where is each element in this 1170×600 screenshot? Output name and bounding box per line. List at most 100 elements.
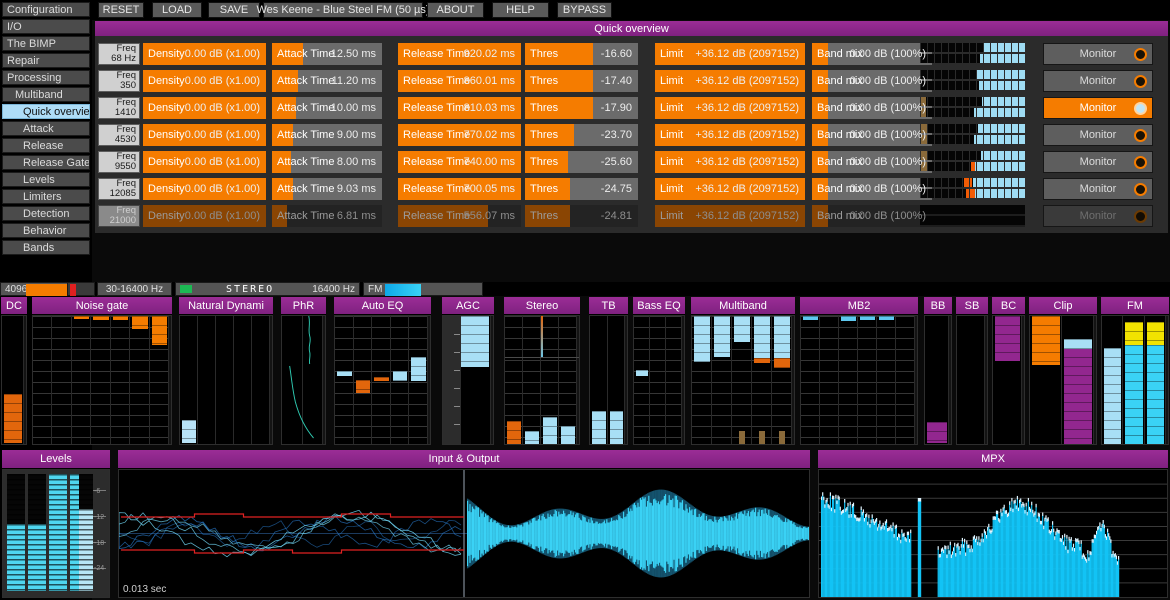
- freq-button[interactable]: Freq350: [98, 70, 140, 92]
- module-clip-graph[interactable]: [1029, 315, 1097, 445]
- module-sb-graph[interactable]: [956, 315, 988, 445]
- module-auto-eq-graph[interactable]: [334, 315, 431, 445]
- monitor-button[interactable]: Monitor: [1043, 70, 1153, 92]
- limit-slider[interactable]: Limit+36.12 dB (2097152): [655, 70, 805, 92]
- toolbar-button-preset[interactable]: Wes Keene - Blue Steel FM (50 µs): [263, 2, 423, 18]
- sidebar-item-levels[interactable]: Levels: [2, 172, 90, 187]
- attack-time-slider[interactable]: Attack Time12.50 ms: [272, 43, 382, 65]
- release-time-slider[interactable]: Release Time860.01 ms: [398, 70, 521, 92]
- monitor-button[interactable]: Monitor: [1043, 178, 1153, 200]
- sidebar-item-limiters[interactable]: Limiters: [2, 189, 90, 204]
- fm-level-control[interactable]: FM: [363, 282, 483, 296]
- monitor-button[interactable]: Monitor: [1043, 124, 1153, 146]
- freq-button[interactable]: Freq1410: [98, 97, 140, 119]
- module-agc-graph[interactable]: [442, 315, 494, 445]
- module-bass-eq-graph[interactable]: [633, 315, 685, 445]
- limit-slider[interactable]: Limit+36.12 dB (2097152): [655, 178, 805, 200]
- stereo-mode-display[interactable]: STEREO16400 Hz: [175, 282, 360, 296]
- module-stereo-graph[interactable]: [504, 315, 580, 445]
- band-mix-slider[interactable]: Band mix0.00 dB (100%): [812, 205, 932, 227]
- module-dc-graph[interactable]: [1, 315, 27, 445]
- sidebar-item-processing[interactable]: Processing: [2, 70, 90, 85]
- threshold-slider[interactable]: Thres-23.70: [525, 124, 638, 146]
- module-mb2-graph[interactable]: [800, 315, 918, 445]
- mpx-spectrum[interactable]: [818, 469, 1168, 598]
- density-slider[interactable]: Density0.00 dB (x1.00): [143, 124, 266, 146]
- module-fm-graph[interactable]: [1101, 315, 1169, 445]
- module-bb-graph[interactable]: [924, 315, 952, 445]
- module-bc-graph[interactable]: [992, 315, 1025, 445]
- freq-button[interactable]: Freq9550: [98, 151, 140, 173]
- attack-time-slider[interactable]: Attack Time8.00 ms: [272, 151, 382, 173]
- threshold-slider[interactable]: Thres-24.81: [525, 205, 638, 227]
- band-mix-slider[interactable]: Band mix0.00 dB (100%): [812, 151, 932, 173]
- band-mix-slider[interactable]: Band mix0.00 dB (100%): [812, 70, 932, 92]
- monitor-button[interactable]: Monitor: [1043, 205, 1153, 227]
- band-mix-slider[interactable]: Band mix0.00 dB (100%): [812, 43, 932, 65]
- freq-button[interactable]: Freq12085: [98, 178, 140, 200]
- limit-slider[interactable]: Limit+36.12 dB (2097152): [655, 43, 805, 65]
- monitor-button[interactable]: Monitor: [1043, 97, 1153, 119]
- toolbar-button-about[interactable]: ABOUT: [427, 2, 484, 18]
- monitor-button[interactable]: Monitor: [1043, 43, 1153, 65]
- toolbar-button-bypass[interactable]: BYPASS: [557, 2, 612, 18]
- limit-slider[interactable]: Limit+36.12 dB (2097152): [655, 97, 805, 119]
- sidebar-item-behavior[interactable]: Behavior: [2, 223, 90, 238]
- threshold-slider[interactable]: Thres-25.60: [525, 151, 638, 173]
- attack-time-slider[interactable]: Attack Time11.20 ms: [272, 70, 382, 92]
- module-natural-dynamics-graph[interactable]: [179, 315, 273, 445]
- module-phr-graph[interactable]: [281, 315, 326, 445]
- release-time-slider[interactable]: Release Time556.07 ms: [398, 205, 521, 227]
- module-multiband-graph[interactable]: [691, 315, 795, 445]
- density-slider[interactable]: Density0.00 dB (x1.00): [143, 70, 266, 92]
- sidebar-item-detection[interactable]: Detection: [2, 206, 90, 221]
- release-time-slider[interactable]: Release Time770.02 ms: [398, 124, 521, 146]
- sidebar-item-the-bimp[interactable]: The BIMP: [2, 36, 90, 51]
- limit-slider[interactable]: Limit+36.12 dB (2097152): [655, 124, 805, 146]
- module-tb-graph[interactable]: [589, 315, 628, 445]
- attack-time-slider[interactable]: Attack Time9.00 ms: [272, 124, 382, 146]
- freq-button[interactable]: Freq68 Hz: [98, 43, 140, 65]
- threshold-slider[interactable]: Thres-16.60: [525, 43, 638, 65]
- threshold-slider[interactable]: Thres-17.40: [525, 70, 638, 92]
- limit-slider[interactable]: Limit+36.12 dB (2097152): [655, 151, 805, 173]
- sidebar-item-attack[interactable]: Attack: [2, 121, 90, 136]
- sidebar-item-release[interactable]: Release: [2, 138, 90, 153]
- toolbar-button-save[interactable]: SAVE: [208, 2, 260, 18]
- module-noise-gate-graph[interactable]: [32, 315, 172, 445]
- freq-button[interactable]: Freq21000: [98, 205, 140, 227]
- release-time-slider[interactable]: Release Time740.00 ms: [398, 151, 521, 173]
- density-slider[interactable]: Density0.00 dB (x1.00): [143, 205, 266, 227]
- sidebar-item-configuration[interactable]: Configuration: [2, 2, 90, 17]
- density-slider[interactable]: Density0.00 dB (x1.00): [143, 97, 266, 119]
- sidebar-item-bands[interactable]: Bands: [2, 240, 90, 255]
- clip-indicator[interactable]: [67, 282, 95, 296]
- sidebar-item-release-gate[interactable]: Release Gate: [2, 155, 90, 170]
- density-slider[interactable]: Density0.00 dB (x1.00): [143, 178, 266, 200]
- threshold-slider[interactable]: Thres-24.75: [525, 178, 638, 200]
- release-time-slider[interactable]: Release Time810.03 ms: [398, 97, 521, 119]
- band-mix-slider[interactable]: Band mix0.00 dB (100%): [812, 124, 932, 146]
- attack-time-slider[interactable]: Attack Time9.03 ms: [272, 178, 382, 200]
- density-slider[interactable]: Density0.00 dB (x1.00): [143, 151, 266, 173]
- sidebar-item-multiband[interactable]: Multiband: [2, 87, 90, 102]
- release-time-slider[interactable]: Release Time700.05 ms: [398, 178, 521, 200]
- freq-button[interactable]: Freq4530: [98, 124, 140, 146]
- release-time-slider[interactable]: Release Time920.02 ms: [398, 43, 521, 65]
- threshold-slider[interactable]: Thres-17.90: [525, 97, 638, 119]
- band-mix-slider[interactable]: Band mix0.00 dB (100%): [812, 97, 932, 119]
- input-output-scope[interactable]: 0.013 sec: [118, 469, 810, 598]
- sidebar-item-repair[interactable]: Repair: [2, 53, 90, 68]
- toolbar-button-reset[interactable]: RESET: [98, 2, 144, 18]
- band-mix-slider[interactable]: Band mix0.00 dB (100%): [812, 178, 932, 200]
- monitor-button[interactable]: Monitor: [1043, 151, 1153, 173]
- attack-time-slider[interactable]: Attack Time10.00 ms: [272, 97, 382, 119]
- limit-slider[interactable]: Limit+36.12 dB (2097152): [655, 205, 805, 227]
- frequency-range-display[interactable]: 30-16400 Hz: [97, 282, 172, 296]
- sidebar-item-quick-overview[interactable]: Quick overview: [2, 104, 90, 119]
- toolbar-button-help[interactable]: HELP: [492, 2, 549, 18]
- sidebar-item-i-o[interactable]: I/O: [2, 19, 90, 34]
- attack-time-slider[interactable]: Attack Time6.81 ms: [272, 205, 382, 227]
- toolbar-button-load[interactable]: LOAD: [152, 2, 202, 18]
- density-slider[interactable]: Density0.00 dB (x1.00): [143, 43, 266, 65]
